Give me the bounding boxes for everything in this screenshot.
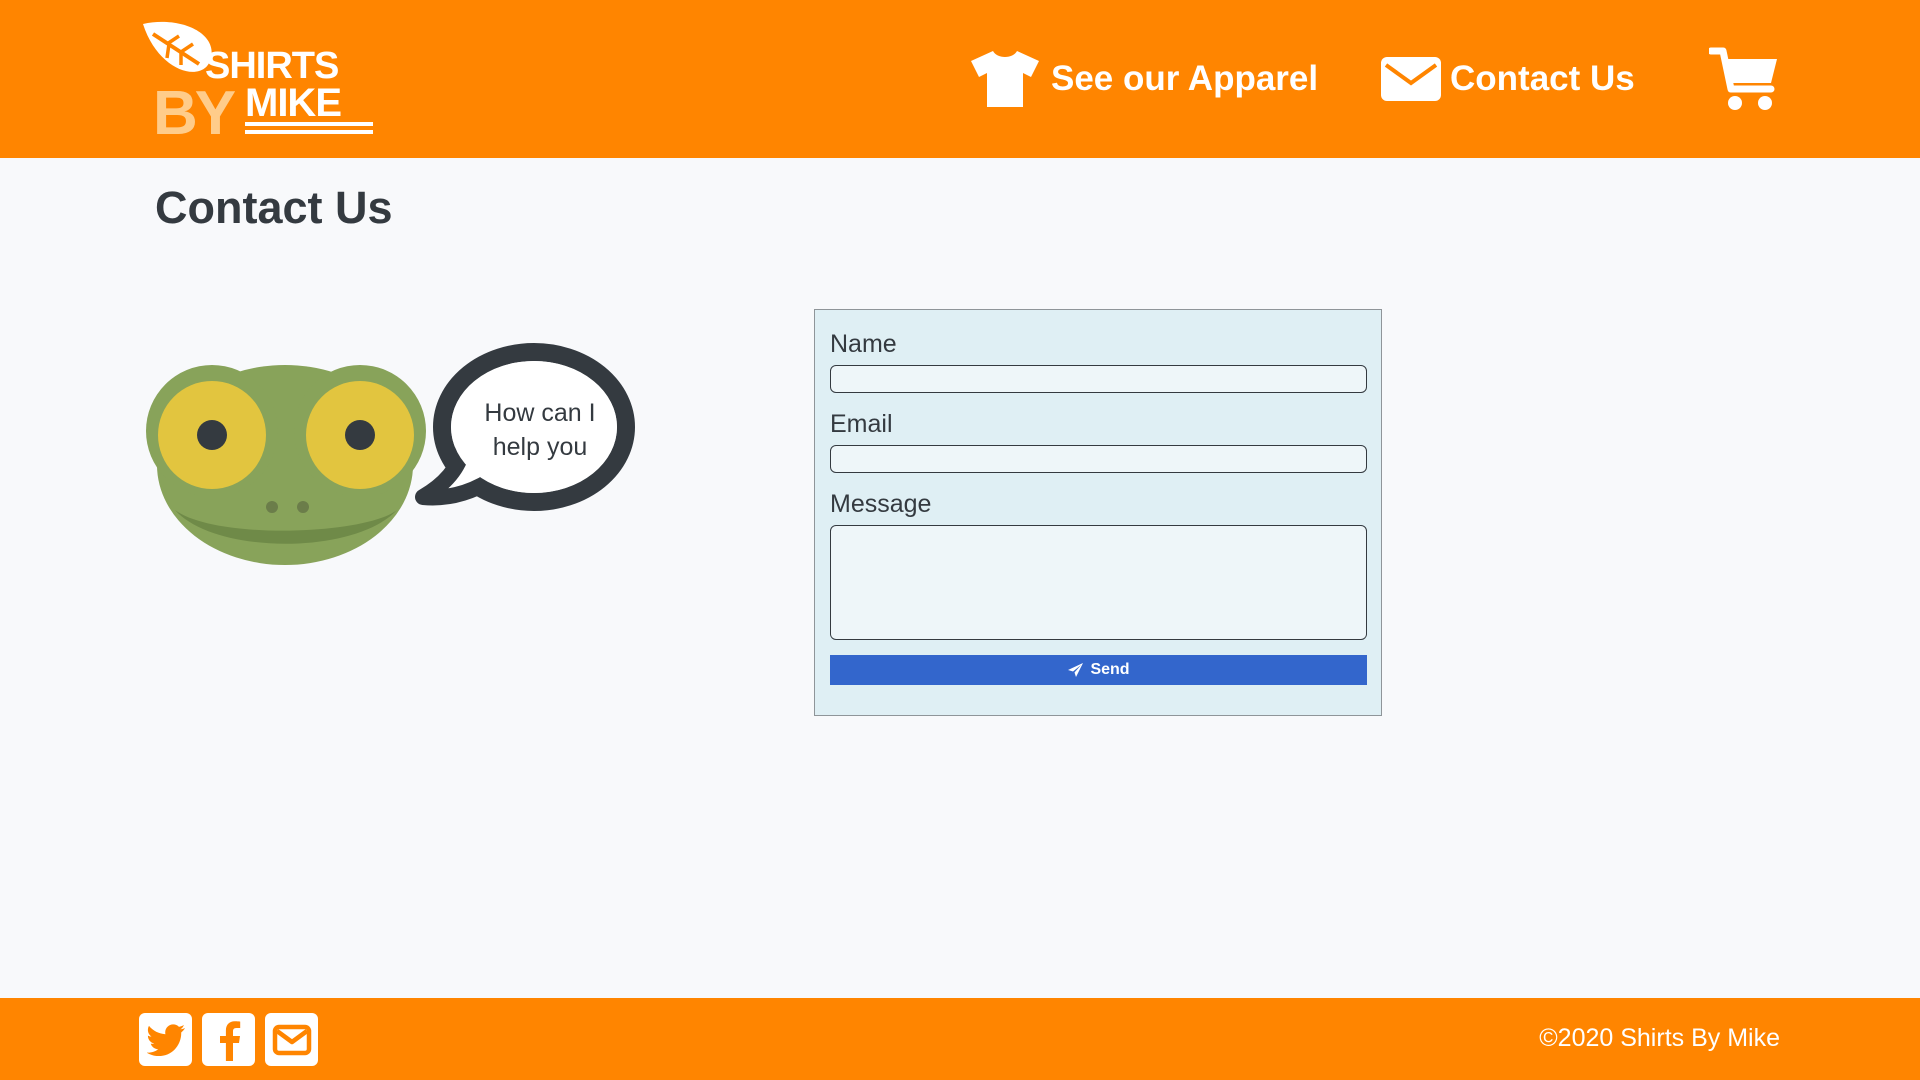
email-label: Email [830,410,893,438]
send-button[interactable]: Send [830,655,1367,685]
mail-icon [272,1024,311,1055]
shopping-cart-icon[interactable] [1709,47,1779,113]
copyright-text: ©2020 Shirts By Mike [1539,1024,1780,1052]
paper-plane-icon [1068,663,1084,677]
logo-underline-1 [245,122,373,126]
logo-line2-right: MIKE [245,81,341,125]
contact-form: Name Email Message Send [814,309,1382,716]
speech-line-2: help you [492,433,588,461]
tshirt-icon [971,51,1039,107]
nav-apparel-label: See our Apparel [1051,59,1319,98]
facebook-link[interactable] [202,1013,255,1066]
name-label: Name [830,330,897,358]
leaf-icon [143,21,212,72]
page-title: Contact Us [155,182,393,233]
twitter-link[interactable] [139,1013,192,1066]
send-label: Send [1090,661,1130,678]
message-textarea[interactable] [830,525,1367,640]
email-input[interactable] [830,445,1367,473]
message-label: Message [830,490,932,518]
logo-underline-2 [245,130,373,134]
name-input[interactable] [830,365,1367,393]
mail-link[interactable] [265,1013,318,1066]
site-header: SHIRTS BY MIKE See our Apparel Contact U… [0,0,1920,158]
site-footer: ©2020 Shirts By Mike [0,998,1920,1080]
nav-see-our-apparel[interactable]: See our Apparel [967,48,1318,110]
nav-contact-us[interactable]: Contact Us [1380,48,1635,110]
nav-contact-label: Contact Us [1450,59,1635,98]
speech-bubble-text: How can I help you [462,396,618,464]
envelope-icon [1381,57,1441,101]
twitter-icon [146,1023,185,1056]
shirts-by-mike-logo[interactable]: SHIRTS BY MIKE [139,18,379,140]
facebook-icon [219,1020,240,1061]
speech-line-1: How can I [484,399,596,427]
logo-line2-left: BY [153,79,236,140]
